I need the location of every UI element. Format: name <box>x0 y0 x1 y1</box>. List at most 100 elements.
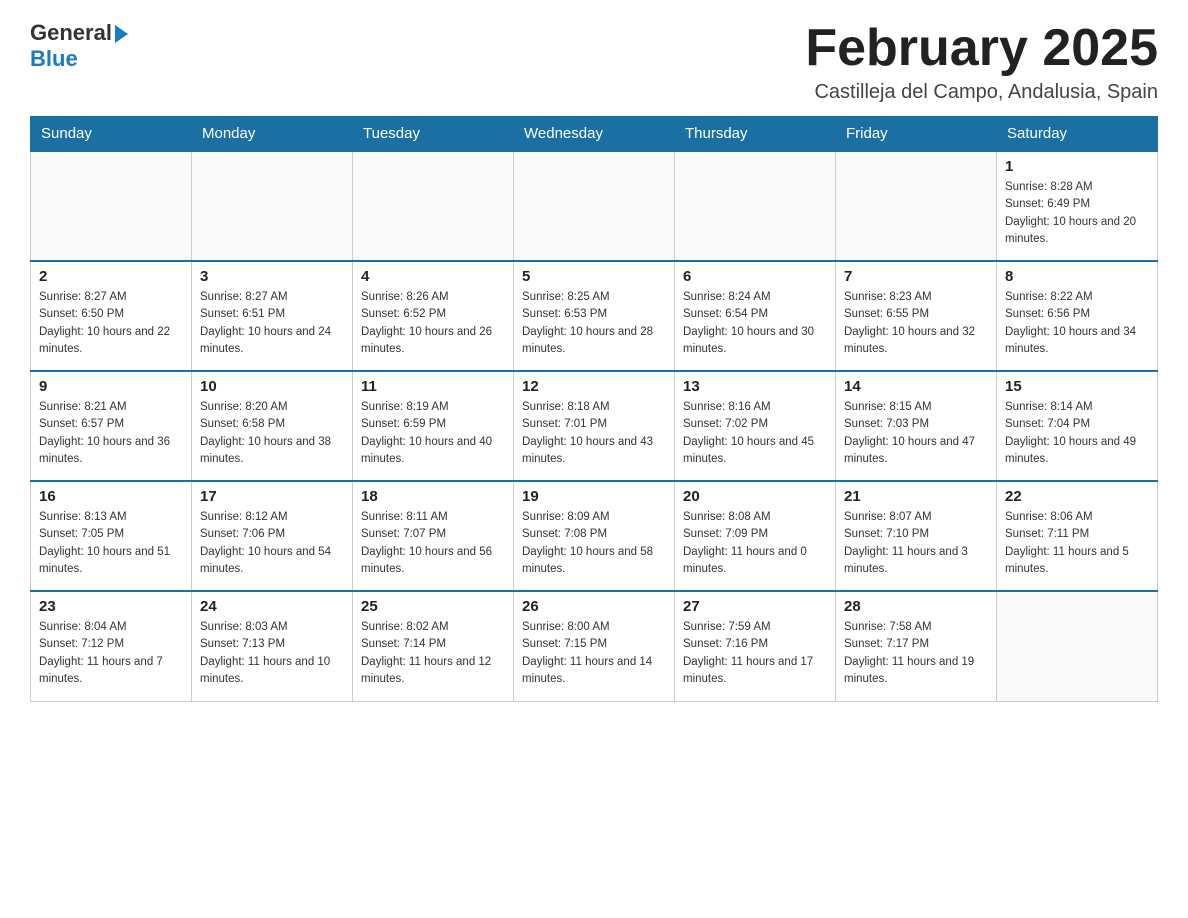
day-info: Sunrise: 8:27 AM Sunset: 6:50 PM Dayligh… <box>39 289 183 358</box>
day-info: Sunrise: 8:00 AM Sunset: 7:15 PM Dayligh… <box>522 619 666 688</box>
day-info: Sunrise: 8:28 AM Sunset: 6:49 PM Dayligh… <box>1005 179 1149 248</box>
calendar-cell <box>675 151 836 261</box>
day-number: 11 <box>361 378 505 395</box>
day-info: Sunrise: 8:04 AM Sunset: 7:12 PM Dayligh… <box>39 619 183 688</box>
calendar-cell: 17 Sunrise: 8:12 AM Sunset: 7:06 PM Dayli… <box>192 481 353 591</box>
day-number: 14 <box>844 378 988 395</box>
day-info: Sunrise: 8:16 AM Sunset: 7:02 PM Dayligh… <box>683 399 827 468</box>
day-number: 17 <box>200 488 344 505</box>
week-row-1: 1 Sunrise: 8:28 AM Sunset: 6:49 PM Daylig… <box>31 151 1158 261</box>
logo-text-general: General <box>30 20 112 46</box>
month-title: February 2025 <box>805 20 1158 77</box>
day-number: 15 <box>1005 378 1149 395</box>
day-number: 10 <box>200 378 344 395</box>
day-number: 19 <box>522 488 666 505</box>
day-info: Sunrise: 8:23 AM Sunset: 6:55 PM Dayligh… <box>844 289 988 358</box>
week-row-3: 9 Sunrise: 8:21 AM Sunset: 6:57 PM Daylig… <box>31 371 1158 481</box>
day-info: Sunrise: 8:20 AM Sunset: 6:58 PM Dayligh… <box>200 399 344 468</box>
day-number: 5 <box>522 268 666 285</box>
calendar-cell <box>192 151 353 261</box>
day-number: 4 <box>361 268 505 285</box>
day-number: 7 <box>844 268 988 285</box>
day-info: Sunrise: 8:18 AM Sunset: 7:01 PM Dayligh… <box>522 399 666 468</box>
day-number: 21 <box>844 488 988 505</box>
calendar-cell: 14 Sunrise: 8:15 AM Sunset: 7:03 PM Dayli… <box>836 371 997 481</box>
day-info: Sunrise: 8:13 AM Sunset: 7:05 PM Dayligh… <box>39 509 183 578</box>
day-number: 3 <box>200 268 344 285</box>
col-saturday: Saturday <box>997 117 1158 152</box>
calendar-cell: 12 Sunrise: 8:18 AM Sunset: 7:01 PM Dayli… <box>514 371 675 481</box>
col-sunday: Sunday <box>31 117 192 152</box>
day-info: Sunrise: 8:27 AM Sunset: 6:51 PM Dayligh… <box>200 289 344 358</box>
calendar-cell: 10 Sunrise: 8:20 AM Sunset: 6:58 PM Dayli… <box>192 371 353 481</box>
calendar-cell: 3 Sunrise: 8:27 AM Sunset: 6:51 PM Daylig… <box>192 261 353 371</box>
day-number: 1 <box>1005 158 1149 175</box>
calendar-cell: 1 Sunrise: 8:28 AM Sunset: 6:49 PM Daylig… <box>997 151 1158 261</box>
day-number: 9 <box>39 378 183 395</box>
day-number: 26 <box>522 598 666 615</box>
calendar-cell: 8 Sunrise: 8:22 AM Sunset: 6:56 PM Daylig… <box>997 261 1158 371</box>
calendar-cell: 6 Sunrise: 8:24 AM Sunset: 6:54 PM Daylig… <box>675 261 836 371</box>
day-info: Sunrise: 8:15 AM Sunset: 7:03 PM Dayligh… <box>844 399 988 468</box>
col-thursday: Thursday <box>675 117 836 152</box>
calendar-cell: 11 Sunrise: 8:19 AM Sunset: 6:59 PM Dayli… <box>353 371 514 481</box>
calendar-cell <box>31 151 192 261</box>
day-number: 6 <box>683 268 827 285</box>
calendar-cell: 23 Sunrise: 8:04 AM Sunset: 7:12 PM Dayli… <box>31 591 192 701</box>
week-row-5: 23 Sunrise: 8:04 AM Sunset: 7:12 PM Dayli… <box>31 591 1158 701</box>
title-block: February 2025 Castilleja del Campo, Anda… <box>805 20 1158 104</box>
calendar-cell: 20Sunrise: 8:08 AM Sunset: 7:09 PM Dayli… <box>675 481 836 591</box>
calendar-cell: 27Sunrise: 7:59 AM Sunset: 7:16 PM Dayli… <box>675 591 836 701</box>
calendar-cell: 22Sunrise: 8:06 AM Sunset: 7:11 PM Dayli… <box>997 481 1158 591</box>
calendar-cell: 25Sunrise: 8:02 AM Sunset: 7:14 PM Dayli… <box>353 591 514 701</box>
day-info: Sunrise: 8:02 AM Sunset: 7:14 PM Dayligh… <box>361 619 505 688</box>
calendar-cell: 9 Sunrise: 8:21 AM Sunset: 6:57 PM Daylig… <box>31 371 192 481</box>
day-info: Sunrise: 8:07 AM Sunset: 7:10 PM Dayligh… <box>844 509 988 578</box>
day-info: Sunrise: 8:11 AM Sunset: 7:07 PM Dayligh… <box>361 509 505 578</box>
logo-arrow-icon <box>115 25 128 43</box>
day-info: Sunrise: 8:19 AM Sunset: 6:59 PM Dayligh… <box>361 399 505 468</box>
day-info: Sunrise: 8:12 AM Sunset: 7:06 PM Dayligh… <box>200 509 344 578</box>
week-row-4: 16 Sunrise: 8:13 AM Sunset: 7:05 PM Dayli… <box>31 481 1158 591</box>
day-number: 16 <box>39 488 183 505</box>
page-header: General Blue February 2025 Castilleja de… <box>30 20 1158 104</box>
day-info: Sunrise: 8:06 AM Sunset: 7:11 PM Dayligh… <box>1005 509 1149 578</box>
calendar-cell: 13Sunrise: 8:16 AM Sunset: 7:02 PM Dayli… <box>675 371 836 481</box>
calendar-cell: 21 Sunrise: 8:07 AM Sunset: 7:10 PM Dayli… <box>836 481 997 591</box>
header-row: Sunday Monday Tuesday Wednesday Thursday… <box>31 117 1158 152</box>
day-info: Sunrise: 8:09 AM Sunset: 7:08 PM Dayligh… <box>522 509 666 578</box>
calendar-cell: 28 Sunrise: 7:58 AM Sunset: 7:17 PM Dayli… <box>836 591 997 701</box>
day-number: 24 <box>200 598 344 615</box>
logo-text-blue: Blue <box>30 46 78 72</box>
day-info: Sunrise: 7:59 AM Sunset: 7:16 PM Dayligh… <box>683 619 827 688</box>
calendar-cell: 5 Sunrise: 8:25 AM Sunset: 6:53 PM Daylig… <box>514 261 675 371</box>
day-info: Sunrise: 8:21 AM Sunset: 6:57 PM Dayligh… <box>39 399 183 468</box>
calendar-cell: 19 Sunrise: 8:09 AM Sunset: 7:08 PM Dayli… <box>514 481 675 591</box>
calendar-cell: 2 Sunrise: 8:27 AM Sunset: 6:50 PM Daylig… <box>31 261 192 371</box>
calendar-cell <box>836 151 997 261</box>
calendar-cell: 15Sunrise: 8:14 AM Sunset: 7:04 PM Dayli… <box>997 371 1158 481</box>
day-number: 28 <box>844 598 988 615</box>
calendar-cell: 4Sunrise: 8:26 AM Sunset: 6:52 PM Daylig… <box>353 261 514 371</box>
day-info: Sunrise: 8:24 AM Sunset: 6:54 PM Dayligh… <box>683 289 827 358</box>
day-info: Sunrise: 8:22 AM Sunset: 6:56 PM Dayligh… <box>1005 289 1149 358</box>
location-subtitle: Castilleja del Campo, Andalusia, Spain <box>805 81 1158 104</box>
calendar-table: Sunday Monday Tuesday Wednesday Thursday… <box>30 116 1158 702</box>
calendar-cell: 7 Sunrise: 8:23 AM Sunset: 6:55 PM Daylig… <box>836 261 997 371</box>
col-monday: Monday <box>192 117 353 152</box>
calendar-cell <box>997 591 1158 701</box>
calendar-cell: 26 Sunrise: 8:00 AM Sunset: 7:15 PM Dayli… <box>514 591 675 701</box>
day-number: 8 <box>1005 268 1149 285</box>
logo: General Blue <box>30 20 128 72</box>
week-row-2: 2 Sunrise: 8:27 AM Sunset: 6:50 PM Daylig… <box>31 261 1158 371</box>
day-number: 18 <box>361 488 505 505</box>
calendar-cell: 18 Sunrise: 8:11 AM Sunset: 7:07 PM Dayli… <box>353 481 514 591</box>
col-wednesday: Wednesday <box>514 117 675 152</box>
day-number: 12 <box>522 378 666 395</box>
calendar-cell: 24Sunrise: 8:03 AM Sunset: 7:13 PM Dayli… <box>192 591 353 701</box>
day-info: Sunrise: 7:58 AM Sunset: 7:17 PM Dayligh… <box>844 619 988 688</box>
day-info: Sunrise: 8:08 AM Sunset: 7:09 PM Dayligh… <box>683 509 827 578</box>
day-number: 23 <box>39 598 183 615</box>
day-number: 2 <box>39 268 183 285</box>
day-info: Sunrise: 8:25 AM Sunset: 6:53 PM Dayligh… <box>522 289 666 358</box>
